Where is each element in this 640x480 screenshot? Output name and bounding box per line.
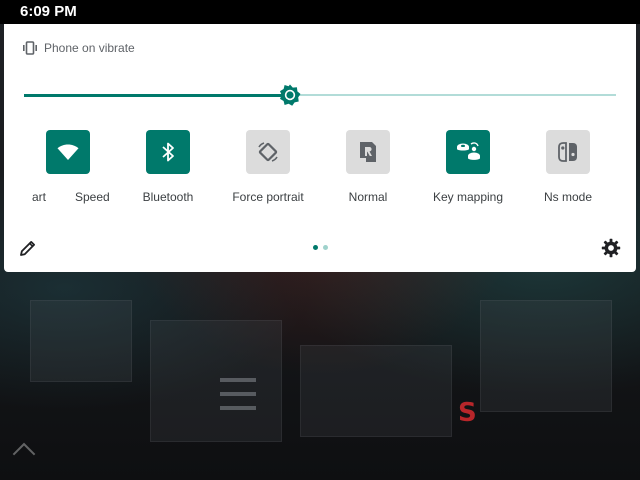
brightness-thumb-icon[interactable] (278, 83, 302, 107)
quick-settings-tiles: Bluetooth Force portrait Normal Key mapp… (4, 130, 636, 210)
quick-settings-panel: Phone on vibrate art Speed Bluetooth For… (4, 24, 636, 272)
tile-bluetooth-label: Bluetooth (142, 190, 194, 204)
bluetooth-icon (162, 142, 174, 162)
wallpaper-chevron (220, 406, 256, 420)
tile-ns-mode[interactable]: Ns mode (518, 130, 618, 210)
tile-bluetooth-button[interactable] (146, 130, 190, 174)
tile-ns-mode-label: Ns mode (543, 190, 593, 204)
wifi-icon (57, 144, 79, 160)
wallpaper-shape (150, 320, 282, 442)
ringer-status[interactable]: Phone on vibrate (22, 38, 135, 58)
tile-normal-mode[interactable]: Normal (318, 130, 418, 210)
key-mapping-icon (457, 142, 480, 160)
wallpaper-chevron (220, 392, 256, 406)
tile-wifi-button[interactable] (46, 130, 90, 174)
wallpaper-shape (480, 300, 612, 412)
switch-controller-icon (558, 142, 577, 162)
wallpaper-shape (300, 345, 452, 437)
tile-ns-mode-button[interactable] (546, 130, 590, 174)
wallpaper-shape (30, 300, 132, 382)
tile-bluetooth[interactable]: Bluetooth (118, 130, 218, 210)
screen-rotation-icon (258, 142, 278, 162)
tile-force-portrait-label: Force portrait (232, 190, 304, 204)
tile-key-mapping-button[interactable] (446, 130, 490, 174)
page-indicator (312, 245, 332, 251)
app-drawer-caret[interactable] (12, 442, 36, 466)
tile-key-mapping-label: Key mapping (432, 190, 504, 204)
brightness-slider-fill (24, 93, 290, 97)
wallpaper-chevron (220, 378, 256, 392)
edit-pencil-icon[interactable] (18, 238, 38, 258)
vibrate-icon (23, 41, 37, 55)
tile-force-portrait-button[interactable] (246, 130, 290, 174)
page-dot-active (313, 245, 318, 250)
tile-key-mapping[interactable]: Key mapping (418, 130, 518, 210)
brightness-slider[interactable] (24, 84, 616, 106)
tile-wifi[interactable] (18, 130, 118, 210)
page-dot-inactive (323, 245, 328, 250)
mode-normal-icon (360, 142, 376, 162)
ringer-status-label: Phone on vibrate (44, 41, 135, 55)
wallpaper-red-glyph: S (458, 398, 477, 428)
tile-normal-mode-button[interactable] (346, 130, 390, 174)
status-time: 6:09 PM (20, 3, 77, 20)
tile-normal-mode-label: Normal (348, 190, 388, 204)
settings-gear-icon[interactable] (601, 238, 621, 258)
status-bar: 6:09 PM (0, 0, 640, 24)
tile-force-portrait[interactable]: Force portrait (218, 130, 318, 210)
